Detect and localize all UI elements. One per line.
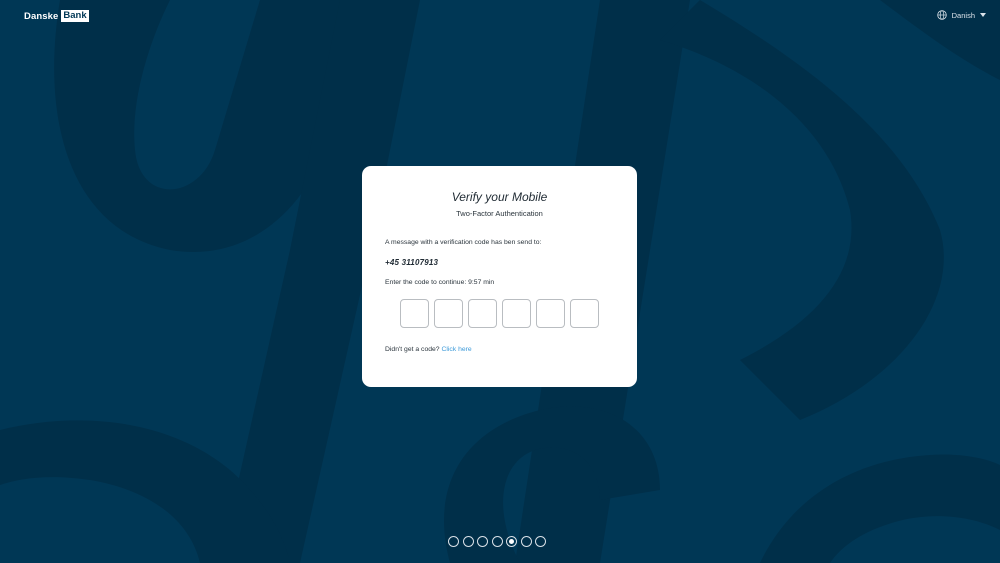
code-digit-3[interactable] xyxy=(468,299,497,328)
pagination-dot-5[interactable] xyxy=(506,536,517,547)
resend-link[interactable]: Click here xyxy=(441,346,471,353)
enter-code-label: Enter the code to continue: 9:57 min xyxy=(385,279,614,286)
globe-icon xyxy=(936,10,947,20)
code-digit-2[interactable] xyxy=(434,299,463,328)
code-digit-6[interactable] xyxy=(570,299,599,328)
code-digit-4[interactable] xyxy=(502,299,531,328)
code-digit-1[interactable] xyxy=(400,299,429,328)
card-title: Verify your Mobile xyxy=(451,190,548,204)
language-label: Danish xyxy=(951,10,975,20)
pagination-dot-2[interactable] xyxy=(462,536,474,547)
phone-number: +45 31107913 xyxy=(385,258,439,267)
pagination-dot-7[interactable] xyxy=(535,536,546,547)
resend-row: Didn't get a code? Click here xyxy=(385,346,614,353)
danske-bank-logo[interactable]: Danske Bank xyxy=(24,10,89,22)
enter-code-text: Enter the code to continue: xyxy=(385,279,467,286)
code-digit-5[interactable] xyxy=(536,299,565,328)
pagination-dot-4[interactable] xyxy=(491,536,503,547)
pagination-dot-1[interactable] xyxy=(448,536,459,547)
pagination-dot-6[interactable] xyxy=(520,536,532,547)
logo-word: Danske xyxy=(24,10,59,22)
message-text: A message with a verification code has b… xyxy=(385,239,542,246)
resend-text: Didn't get a code? xyxy=(385,346,440,353)
logo-box: Bank xyxy=(61,10,89,22)
countdown-timer: 9:57 min xyxy=(468,279,495,286)
language-selector[interactable]: Danish xyxy=(936,10,986,20)
verification-card: Verify your Mobile Two-Factor Authentica… xyxy=(362,166,637,387)
code-input-row xyxy=(385,299,614,328)
chevron-down-icon xyxy=(980,13,986,17)
card-subtitle: Two-Factor Authentication xyxy=(456,209,543,218)
pagination-dots xyxy=(448,536,546,547)
pagination-dot-3[interactable] xyxy=(477,536,488,547)
